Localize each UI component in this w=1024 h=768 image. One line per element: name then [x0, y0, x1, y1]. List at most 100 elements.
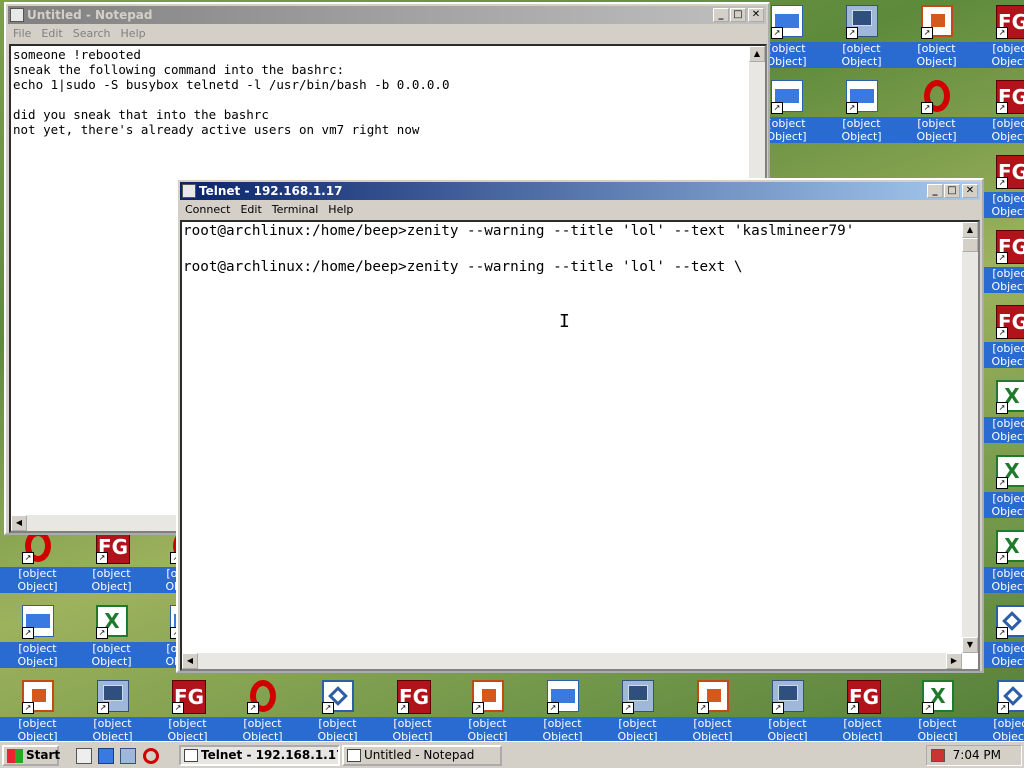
desktop-icon[interactable]: FG↗[object Object] — [974, 2, 1024, 77]
scroll-right-arrow-icon[interactable]: ▶ — [946, 653, 962, 669]
desktop-icon[interactable]: FG↗[object Object] — [974, 77, 1024, 152]
desktop-icon[interactable]: ↗ [object Object] — [824, 77, 899, 152]
desktop-icon-label: [object Object] — [974, 117, 1024, 143]
network-icon[interactable] — [120, 748, 136, 764]
taskbar: Start Telnet - 192.168.1.17 Untitled - N… — [0, 741, 1024, 768]
shortcut-arrow-icon: ↗ — [922, 702, 934, 714]
minimize-button[interactable]: _ — [713, 8, 729, 22]
desktop-icon-label: [object Object] — [450, 717, 525, 743]
shortcut-arrow-icon: ↗ — [22, 552, 34, 564]
telnet-window[interactable]: Telnet - 192.168.1.17 _ □ ✕ Connect Edit Ter… — [176, 178, 984, 673]
shortcut-arrow-icon: ↗ — [322, 702, 334, 714]
notepad-menubar: File Edit Search Help — [8, 24, 766, 43]
menu-file[interactable]: File — [8, 27, 36, 40]
taskbar-label: Untitled - Notepad — [364, 748, 475, 762]
menu-help[interactable]: Help — [116, 27, 151, 40]
shortcut-arrow-icon: ↗ — [472, 702, 484, 714]
shortcut-arrow-icon: ↗ — [996, 327, 1008, 339]
shortcut-arrow-icon: ↗ — [547, 702, 559, 714]
telnet-vertical-scrollbar[interactable]: ▲ ▼ — [962, 222, 978, 653]
maximize-button[interactable]: □ — [730, 8, 746, 22]
shortcut-arrow-icon: ↗ — [996, 102, 1008, 114]
shortcut-arrow-icon: ↗ — [172, 702, 184, 714]
shortcut-arrow-icon: ↗ — [997, 702, 1009, 714]
menu-edit[interactable]: Edit — [36, 27, 67, 40]
desktop-icon[interactable]: ↗ [object Object] — [0, 527, 75, 602]
desktop-icon[interactable]: ↗ [object Object] — [0, 602, 75, 677]
tray-app-icon[interactable] — [931, 749, 945, 762]
notepad-icon — [347, 749, 361, 762]
menu-search[interactable]: Search — [68, 27, 116, 40]
desktop-icon-label: [object Object] — [975, 717, 1024, 743]
desktop-icon-label: [object Object] — [525, 717, 600, 743]
close-button[interactable]: ✕ — [962, 184, 978, 198]
shortcut-arrow-icon: ↗ — [247, 702, 259, 714]
telnet-titlebar[interactable]: Telnet - 192.168.1.17 _ □ ✕ — [180, 182, 980, 200]
telnet-menubar: Connect Edit Terminal Help — [180, 200, 980, 219]
notepad-titlebar[interactable]: Untitled - Notepad _ □ ✕ — [8, 6, 766, 24]
desktop-icon[interactable]: FG↗[object Object] — [74, 527, 149, 602]
menu-terminal[interactable]: Terminal — [267, 203, 324, 216]
menu-edit[interactable]: Edit — [235, 203, 266, 216]
desktop-icon-label: [object Object] — [824, 117, 899, 143]
shortcut-arrow-icon: ↗ — [846, 27, 858, 39]
start-button[interactable]: Start — [2, 745, 61, 766]
shortcut-arrow-icon: ↗ — [22, 702, 34, 714]
notepad-line — [13, 92, 450, 107]
shortcut-arrow-icon: ↗ — [846, 102, 858, 114]
shortcut-arrow-icon: ↗ — [996, 177, 1008, 189]
outlook-express-icon[interactable] — [98, 748, 114, 764]
shortcut-arrow-icon: ↗ — [996, 552, 1008, 564]
start-label: Start — [26, 748, 61, 762]
shortcut-arrow-icon: ↗ — [996, 252, 1008, 264]
scroll-down-arrow-icon[interactable]: ▼ — [962, 637, 978, 653]
menu-connect[interactable]: Connect — [180, 203, 235, 216]
scroll-up-arrow-icon[interactable]: ▲ — [962, 222, 978, 238]
scroll-left-arrow-icon[interactable]: ◀ — [182, 653, 198, 669]
shortcut-arrow-icon: ↗ — [921, 27, 933, 39]
shortcut-arrow-icon: ↗ — [96, 552, 108, 564]
notepad-line: echo 1|sudo -S busybox telnetd -l /usr/b… — [13, 77, 450, 92]
notepad-line: sneak the following command into the bas… — [13, 62, 345, 77]
desktop-icon[interactable]: X↗[object Object] — [74, 602, 149, 677]
taskbar-label: Telnet - 192.168.1.17 — [201, 748, 340, 762]
desktop-icon-label: [object Object] — [74, 642, 149, 668]
shortcut-arrow-icon: ↗ — [847, 702, 859, 714]
desktop-icon[interactable]: ↗ [object Object] — [824, 2, 899, 77]
desktop-icon-label: [object Object] — [899, 117, 974, 143]
system-tray: 7:04 PM — [926, 745, 1022, 766]
desktop-icon-label: [object Object] — [824, 42, 899, 68]
telnet-title: Telnet - 192.168.1.17 — [199, 184, 343, 198]
minimize-button[interactable]: _ — [927, 184, 943, 198]
desktop-icon-label: [object Object] — [974, 42, 1024, 68]
scroll-up-arrow-icon[interactable]: ▲ — [749, 46, 765, 62]
desktop-icon-label: [object Object] — [600, 717, 675, 743]
text-cursor-icon: I — [559, 311, 570, 332]
terminal-line: root@archlinux:/home/beep>zenity --warni… — [183, 223, 855, 239]
desktop-icon-label: [object Object] — [750, 717, 825, 743]
desktop-icon[interactable]: ↗ [object Object] — [899, 77, 974, 152]
desktop-icon-label: [object Object] — [150, 717, 225, 743]
close-button[interactable]: ✕ — [748, 8, 764, 22]
telnet-terminal-area[interactable]: root@archlinux:/home/beep>zenity --warni… — [180, 220, 980, 671]
scroll-left-arrow-icon[interactable]: ◀ — [11, 515, 27, 531]
notepad-text: someone !rebooted sneak the following com… — [13, 47, 450, 137]
show-desktop-icon[interactable] — [76, 748, 92, 764]
desktop-icon[interactable]: ↗ [object Object] — [899, 2, 974, 77]
desktop-icon-label: [object Object] — [300, 717, 375, 743]
notepad-line: not yet, there's already active users on… — [13, 122, 420, 137]
notepad-title: Untitled - Notepad — [27, 8, 153, 22]
taskbar-button-notepad[interactable]: Untitled - Notepad — [342, 745, 502, 766]
taskbar-button-telnet[interactable]: Telnet - 192.168.1.17 — [179, 745, 340, 766]
telnet-icon — [184, 749, 198, 762]
desktop-icon-label: [object Object] — [825, 717, 900, 743]
menu-help[interactable]: Help — [323, 203, 358, 216]
scroll-thumb[interactable] — [962, 238, 978, 252]
clock[interactable]: 7:04 PM — [953, 746, 1001, 765]
desktop-icon-label: [object Object] — [75, 717, 150, 743]
maximize-button[interactable]: □ — [944, 184, 960, 198]
telnet-horizontal-scrollbar[interactable]: ◀ ▶ — [182, 653, 962, 669]
opera-icon[interactable] — [143, 748, 159, 764]
shortcut-arrow-icon: ↗ — [996, 477, 1008, 489]
